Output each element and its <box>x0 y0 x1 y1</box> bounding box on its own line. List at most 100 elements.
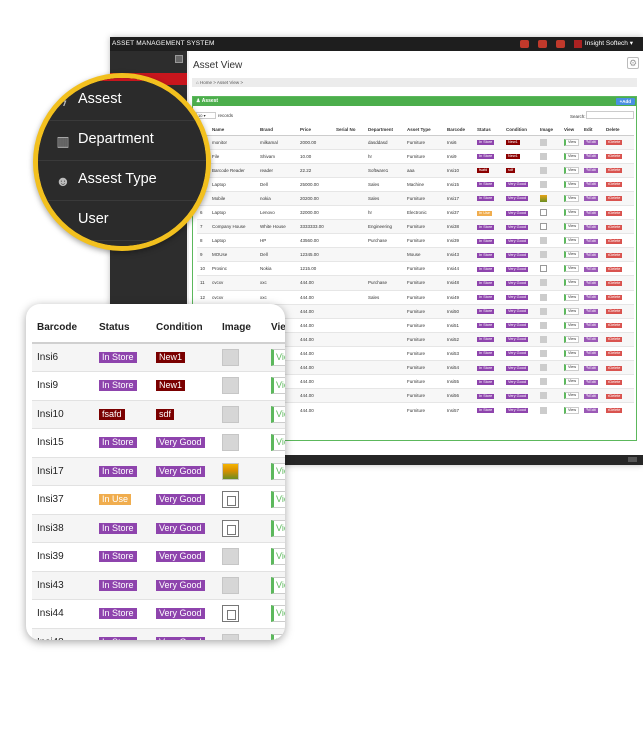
asset-thumbnail[interactable] <box>540 223 547 231</box>
asset-thumbnail[interactable] <box>540 237 547 245</box>
asset-thumbnail[interactable] <box>540 265 547 273</box>
delete-button[interactable]: ▪Delete <box>606 168 623 174</box>
asset-thumbnail[interactable] <box>540 349 547 357</box>
menu-item-assest[interactable]: ϟ Assest <box>38 81 206 121</box>
view-button[interactable]: View <box>271 634 285 640</box>
view-button[interactable]: View <box>564 265 580 273</box>
asset-thumbnail[interactable] <box>222 605 239 623</box>
view-button[interactable]: View <box>271 576 285 594</box>
delete-button[interactable]: ▪Delete <box>606 154 623 160</box>
asset-thumbnail[interactable] <box>222 519 239 537</box>
view-button[interactable]: View <box>564 194 580 202</box>
delete-button[interactable]: ▪Delete <box>606 337 623 343</box>
delete-button[interactable]: ▪Delete <box>606 140 623 146</box>
delete-button[interactable]: ▪Delete <box>606 323 623 329</box>
edit-button[interactable]: ✎Edit <box>584 323 598 329</box>
view-button[interactable]: View <box>564 180 580 188</box>
add-button[interactable]: +Add <box>615 98 635 105</box>
view-button[interactable]: View <box>564 321 580 329</box>
asset-thumbnail[interactable] <box>540 307 547 315</box>
asset-thumbnail[interactable] <box>222 576 239 594</box>
asset-thumbnail[interactable] <box>540 279 547 287</box>
menu-item-assest-type[interactable]: ☻ Assest Type <box>38 161 206 201</box>
search-input[interactable] <box>586 111 634 119</box>
delete-button[interactable]: ▪Delete <box>606 210 623 216</box>
view-button[interactable]: View <box>564 335 580 343</box>
view-button[interactable]: View <box>564 152 580 160</box>
view-button[interactable]: View <box>564 138 580 146</box>
view-button[interactable]: View <box>564 279 580 287</box>
asset-thumbnail[interactable] <box>540 378 547 386</box>
notification-icon[interactable] <box>555 40 565 48</box>
delete-button[interactable]: ▪Delete <box>606 379 623 385</box>
asset-thumbnail[interactable] <box>540 335 547 343</box>
edit-button[interactable]: ✎Edit <box>584 266 598 272</box>
asset-thumbnail[interactable] <box>540 392 547 400</box>
view-button[interactable]: View <box>564 364 580 372</box>
asset-thumbnail[interactable] <box>540 293 547 301</box>
asset-thumbnail[interactable] <box>222 462 239 480</box>
view-button[interactable]: View <box>564 251 580 259</box>
delete-button[interactable]: ▪Delete <box>606 252 623 258</box>
view-button[interactable]: View <box>564 349 580 357</box>
delete-button[interactable]: ▪Delete <box>606 196 623 202</box>
gear-icon[interactable]: ⚙ <box>627 57 639 69</box>
view-button[interactable]: View <box>564 293 580 301</box>
user-menu[interactable]: Insight Softech ▾ <box>573 37 633 51</box>
delete-button[interactable]: ▪Delete <box>606 266 623 272</box>
delete-button[interactable]: ▪Delete <box>606 309 623 315</box>
asset-thumbnail[interactable] <box>222 377 239 395</box>
edit-button[interactable]: ✎Edit <box>584 224 598 230</box>
delete-button[interactable]: ▪Delete <box>606 238 623 244</box>
view-button[interactable]: View <box>564 307 580 315</box>
asset-thumbnail[interactable] <box>222 349 239 366</box>
edit-button[interactable]: ✎Edit <box>584 252 598 258</box>
view-button[interactable]: View <box>564 378 580 386</box>
edit-button[interactable]: ✎Edit <box>584 210 598 216</box>
alert-icon[interactable] <box>519 40 529 48</box>
edit-button[interactable]: ✎Edit <box>584 238 598 244</box>
view-button[interactable]: View <box>564 392 580 400</box>
asset-thumbnail[interactable] <box>222 548 239 566</box>
asset-thumbnail[interactable] <box>540 166 547 174</box>
delete-button[interactable]: ▪Delete <box>606 224 623 230</box>
asset-thumbnail[interactable] <box>540 364 547 372</box>
edit-button[interactable]: ✎Edit <box>584 365 598 371</box>
view-button[interactable]: View <box>271 548 285 566</box>
view-button[interactable]: View <box>271 605 285 623</box>
delete-button[interactable]: ▪Delete <box>606 280 623 286</box>
asset-thumbnail[interactable] <box>222 405 239 423</box>
asset-thumbnail[interactable] <box>540 180 547 188</box>
asset-thumbnail[interactable] <box>540 138 547 146</box>
edit-button[interactable]: ✎Edit <box>584 196 598 202</box>
view-button[interactable]: View <box>271 377 285 395</box>
edit-button[interactable]: ✎Edit <box>584 182 598 188</box>
view-button[interactable]: View <box>564 406 580 414</box>
asset-thumbnail[interactable] <box>540 251 547 259</box>
asset-thumbnail[interactable] <box>540 406 547 414</box>
delete-button[interactable]: ▪Delete <box>606 295 623 301</box>
edit-button[interactable]: ✎Edit <box>584 337 598 343</box>
delete-button[interactable]: ▪Delete <box>606 182 623 188</box>
delete-button[interactable]: ▪Delete <box>606 408 623 414</box>
edit-button[interactable]: ✎Edit <box>584 295 598 301</box>
view-button[interactable]: View <box>271 349 285 366</box>
view-button[interactable]: View <box>271 519 285 537</box>
asset-thumbnail[interactable] <box>540 152 547 160</box>
menu-item-department[interactable]: ▥ Department <box>38 121 206 161</box>
asset-thumbnail[interactable] <box>222 634 239 640</box>
view-button[interactable]: View <box>271 462 285 480</box>
edit-button[interactable]: ✎Edit <box>584 280 598 286</box>
asset-thumbnail[interactable] <box>540 321 547 329</box>
edit-button[interactable]: ✎Edit <box>584 393 598 399</box>
delete-button[interactable]: ▪Delete <box>606 365 623 371</box>
edit-button[interactable]: ✎Edit <box>584 154 598 160</box>
view-button[interactable]: View <box>564 209 580 217</box>
delete-button[interactable]: ▪Delete <box>606 393 623 399</box>
view-button[interactable]: View <box>564 223 580 231</box>
sidebar-toggle-icon[interactable] <box>175 55 183 63</box>
edit-button[interactable]: ✎Edit <box>584 351 598 357</box>
scroll-top-icon[interactable] <box>628 457 637 462</box>
view-button[interactable]: View <box>564 166 580 174</box>
asset-thumbnail[interactable] <box>540 194 547 202</box>
